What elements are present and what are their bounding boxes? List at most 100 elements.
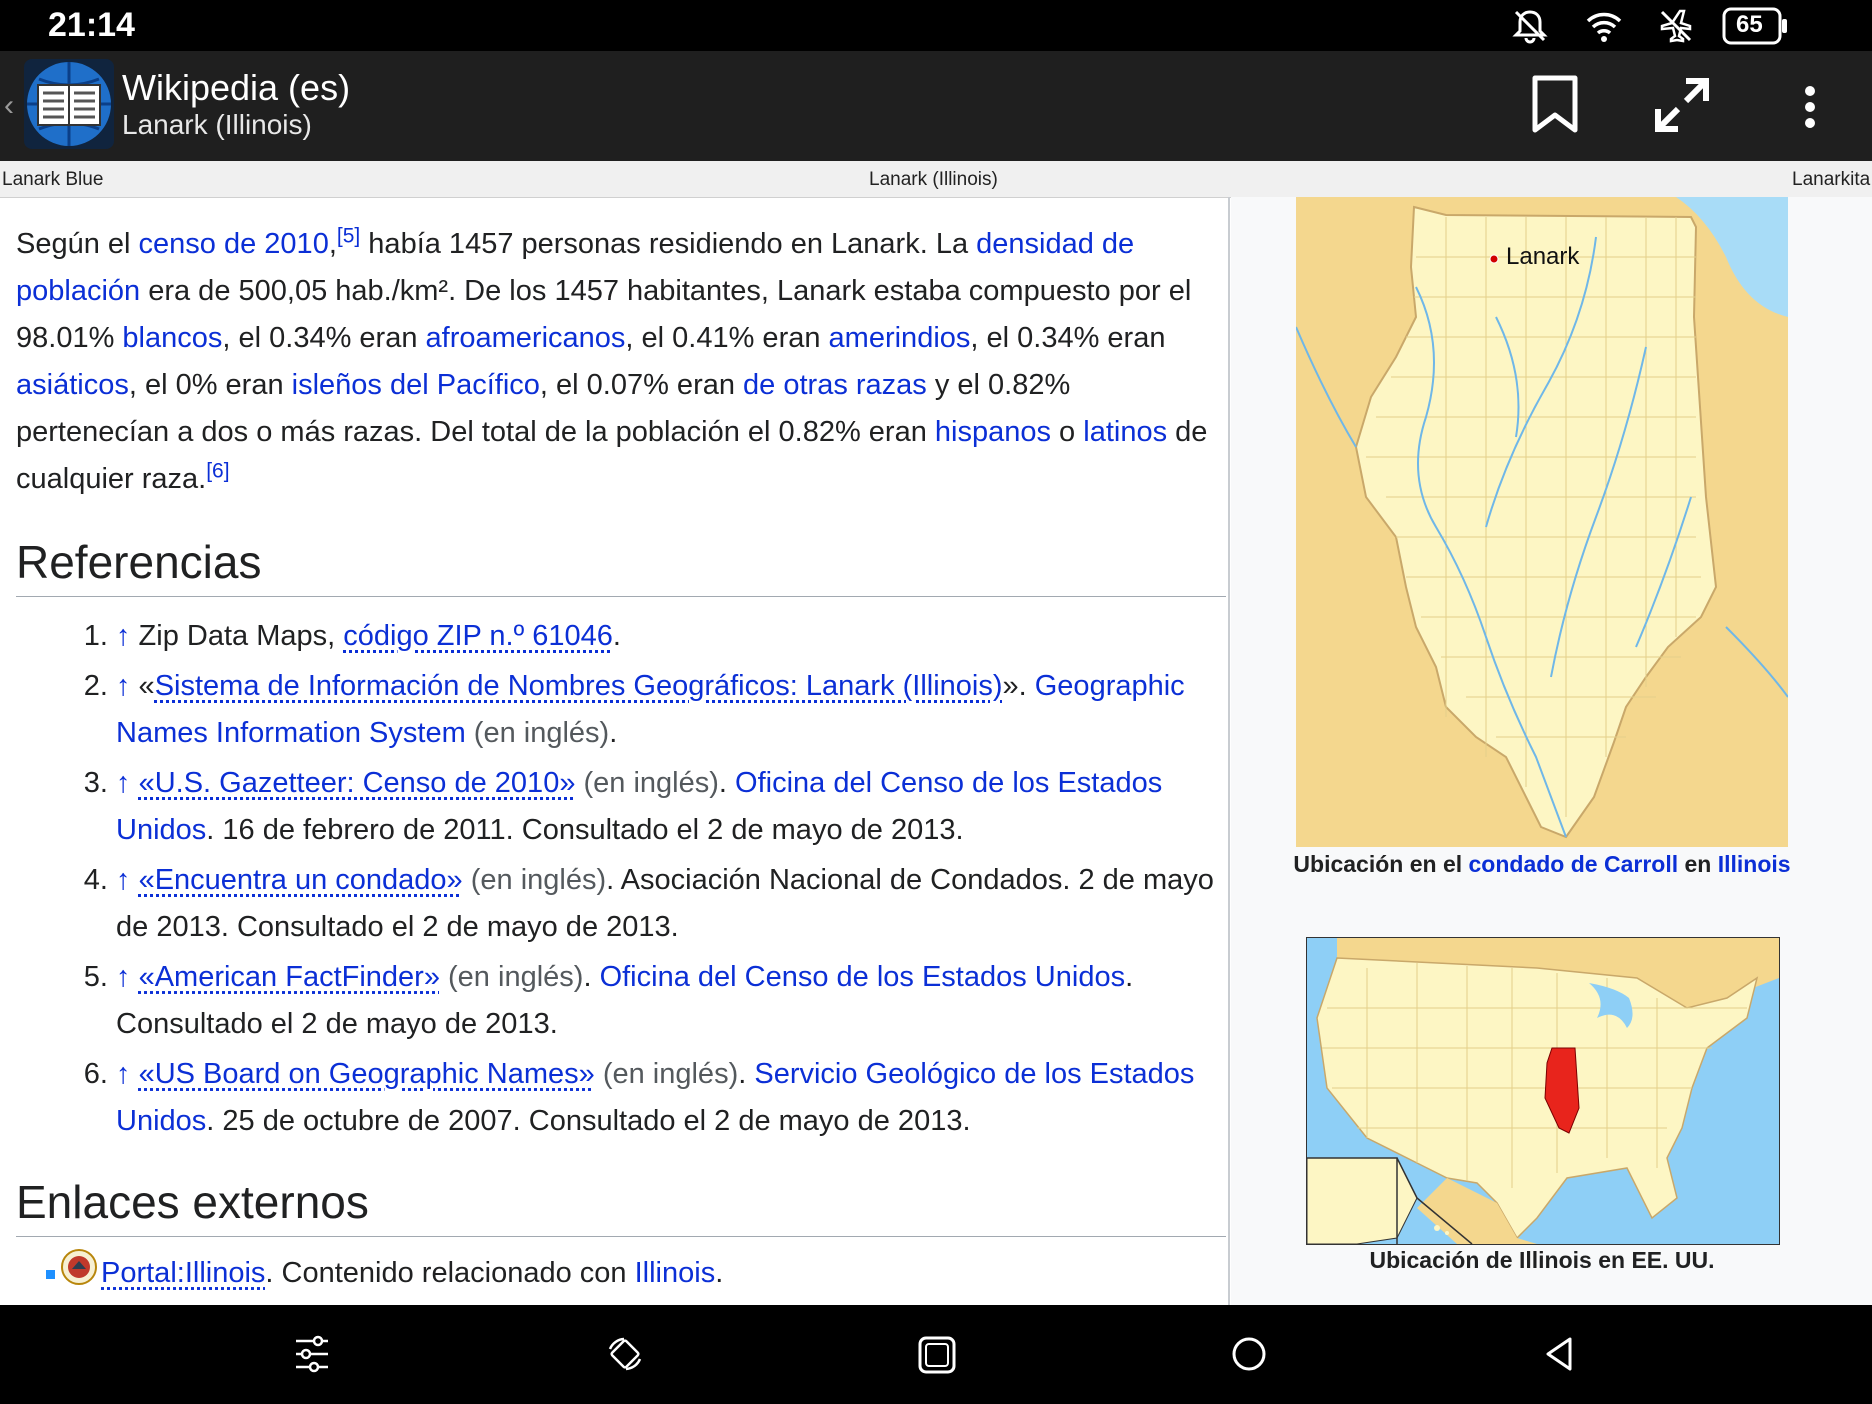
wifi-icon: [1584, 6, 1624, 51]
fullscreen-icon[interactable]: [1654, 77, 1710, 138]
carroll-county-link[interactable]: condado de Carroll: [1469, 851, 1679, 877]
text: «: [130, 670, 155, 702]
language-note: (en inglés): [439, 961, 584, 993]
link-blancos[interactable]: blancos: [122, 322, 222, 354]
text: .: [738, 1058, 755, 1090]
reference-item: ↑ «Encuentra un condado» (en inglés). As…: [116, 857, 1226, 951]
reference-link[interactable]: «U.S. Gazetteer: Censo de 2010»: [139, 767, 576, 799]
app-title: Wikipedia (es): [122, 67, 351, 108]
link-asiaticos[interactable]: asiáticos: [16, 369, 129, 401]
link-latinos[interactable]: latinos: [1083, 416, 1167, 448]
text: , el 0.07% eran: [539, 369, 744, 401]
text: o: [1051, 416, 1084, 448]
infobox: Lanark Ubicación en el condado de Carrol…: [1231, 197, 1872, 1305]
language-note: (en inglés): [465, 717, 610, 749]
page-subtitle: Lanark (Illinois): [122, 109, 312, 140]
external-links-heading: Enlaces externos: [16, 1179, 1226, 1237]
link-hispanos[interactable]: hispanos: [935, 416, 1051, 448]
notifications-off-icon: [1510, 6, 1550, 51]
reference-item: ↑ Zip Data Maps, código ZIP n.º 61046.: [116, 613, 1226, 660]
map-caption-carroll: Ubicación en el condado de Carroll en Il…: [1271, 851, 1813, 878]
text: . 16 de febrero de 2011. Consultado el 2…: [206, 814, 964, 846]
tab-previous[interactable]: Lanark Blue: [2, 169, 103, 191]
reference-link[interactable]: «American FactFinder»: [139, 961, 440, 993]
language-note: (en inglés): [462, 864, 607, 896]
settings-sliders-icon[interactable]: [294, 1335, 330, 1378]
backref-arrow[interactable]: ↑: [116, 670, 131, 702]
demographics-paragraph: Según el censo de 2010,[5] había 1457 pe…: [16, 221, 1226, 503]
text: en: [1678, 851, 1718, 877]
backref-arrow[interactable]: ↑: [116, 767, 131, 799]
app-bar: ‹ Wikipedia (es) Lanark (Illinois): [0, 51, 1872, 161]
text: .: [612, 620, 621, 652]
text: ,: [328, 228, 337, 260]
system-nav-bar: [0, 1305, 1872, 1404]
link-amerindios[interactable]: amerindios: [829, 322, 971, 354]
tab-next[interactable]: Lanarkita: [1792, 169, 1870, 191]
battery-level: 65: [1736, 11, 1763, 38]
reference-item: ↑ «Sistema de Información de Nombres Geo…: [116, 663, 1226, 757]
link-islenos[interactable]: isleños del Pacífico: [292, 369, 540, 401]
text: . 25 de octubre de 2007. Consultado el 2…: [206, 1105, 971, 1137]
page-tabs-strip: Lanark Blue Lanark (Illinois) Lanarkita: [0, 161, 1872, 198]
text: .: [718, 767, 736, 799]
app-logo-icon[interactable]: [24, 59, 114, 154]
backref-arrow[interactable]: ↑: [116, 620, 131, 652]
text: había 1457 personas residiendo en Lanark…: [360, 228, 977, 260]
backref-arrow[interactable]: ↑: [116, 961, 131, 993]
article-body: Según el censo de 2010,[5] había 1457 pe…: [16, 197, 1226, 1300]
status-bar: 21:14 65: [0, 0, 1872, 51]
text: , el 0.34% eran: [970, 322, 1166, 354]
content-area: Según el censo de 2010,[5] había 1457 pe…: [0, 197, 1872, 1305]
references-heading: Referencias: [16, 539, 1226, 597]
language-note: (en inglés): [575, 767, 719, 799]
link-afroamericanos[interactable]: afroamericanos: [426, 322, 626, 354]
text: , el 0.41% eran: [625, 322, 829, 354]
back-chevron-icon[interactable]: ‹: [4, 89, 14, 123]
link-censo[interactable]: censo de 2010: [139, 228, 329, 260]
backref-arrow[interactable]: ↑: [116, 1058, 131, 1090]
ref-link-6[interactable]: [6]: [206, 459, 229, 482]
more-options-icon[interactable]: [1800, 85, 1820, 134]
infobox-divider: [1228, 197, 1230, 1305]
clock: 21:14: [48, 6, 135, 44]
back-icon[interactable]: [1542, 1335, 1576, 1378]
home-icon[interactable]: [1230, 1335, 1268, 1378]
bullet-icon: [46, 1270, 55, 1279]
text: .: [715, 1257, 724, 1290]
text: ».: [1002, 670, 1035, 702]
references-list: ↑ Zip Data Maps, código ZIP n.º 61046. ↑…: [16, 613, 1226, 1145]
lanark-marker: [1489, 254, 1499, 264]
text: . Contenido relacionado con: [265, 1257, 635, 1290]
reference-link[interactable]: «Encuentra un condado»: [139, 864, 463, 896]
reference-item: ↑ «American FactFinder» (en inglés). Ofi…: [116, 954, 1226, 1048]
reference-item: ↑ «US Board on Geographic Names» (en ing…: [116, 1051, 1226, 1145]
list-item: Portal:Illinois. Contenido relacionado c…: [46, 1249, 1226, 1300]
reference-link[interactable]: «US Board on Geographic Names»: [139, 1058, 595, 1090]
airplane-mode-off-icon: [1656, 6, 1696, 51]
backref-arrow[interactable]: ↑: [116, 864, 131, 896]
language-note: (en inglés): [594, 1058, 739, 1090]
reference-link[interactable]: código ZIP n.º 61046: [343, 620, 613, 652]
text: , el 0% eran: [128, 369, 292, 401]
publisher-link[interactable]: Oficina del Censo de los Estados Unidos: [600, 961, 1126, 993]
ref-link-5[interactable]: [5]: [337, 224, 360, 247]
illinois-caption-link[interactable]: Illinois: [1718, 851, 1791, 877]
link-otras-razas[interactable]: de otras razas: [743, 369, 927, 401]
illinois-link[interactable]: Illinois: [635, 1257, 716, 1289]
bookmark-icon[interactable]: [1530, 75, 1580, 138]
rotate-screen-icon[interactable]: [606, 1335, 644, 1378]
reference-item: ↑ «U.S. Gazetteer: Censo de 2010» (en in…: [116, 760, 1226, 854]
battery-icon: 65: [1722, 7, 1790, 50]
text: , el 0.34% eran: [222, 322, 426, 354]
text: Ubicación en el: [1293, 851, 1469, 877]
tab-current[interactable]: Lanark (Illinois): [869, 169, 998, 191]
illinois-location-map[interactable]: Lanark: [1295, 197, 1789, 847]
text: .: [583, 961, 600, 993]
map-caption-usa: Ubicación de Illinois en EE. UU.: [1369, 1247, 1715, 1273]
usa-location-map[interactable]: [1306, 937, 1780, 1245]
reference-link[interactable]: Sistema de Información de Nombres Geográ…: [155, 670, 1003, 702]
portal-illinois-link[interactable]: Portal:Illinois: [101, 1257, 265, 1289]
recent-apps-icon[interactable]: [917, 1335, 957, 1380]
external-links-list: Portal:Illinois. Contenido relacionado c…: [46, 1249, 1226, 1300]
